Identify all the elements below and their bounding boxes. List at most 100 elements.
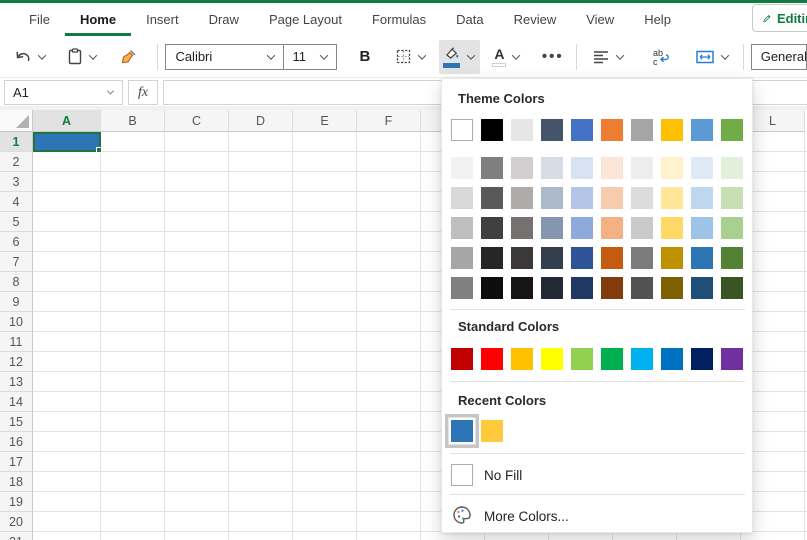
theme-tint-row4-swatch-8[interactable] — [661, 247, 683, 269]
row-header-2[interactable]: 2 — [0, 152, 33, 172]
row-header-12[interactable]: 12 — [0, 352, 33, 372]
row-header-4[interactable]: 4 — [0, 192, 33, 212]
column-header-c[interactable]: C — [165, 110, 229, 132]
theme-color-swatch-4[interactable] — [541, 119, 563, 141]
theme-tint-row1-swatch-9[interactable] — [691, 157, 713, 179]
standard-color-swatch-5[interactable] — [571, 348, 593, 370]
theme-tint-row3-swatch-7[interactable] — [631, 217, 653, 239]
row-header-20[interactable]: 20 — [0, 512, 33, 532]
theme-tint-row2-swatch-7[interactable] — [631, 187, 653, 209]
theme-tint-row2-swatch-5[interactable] — [571, 187, 593, 209]
theme-tint-row3-swatch-2[interactable] — [481, 217, 503, 239]
theme-color-swatch-6[interactable] — [601, 119, 623, 141]
theme-color-swatch-7[interactable] — [631, 119, 653, 141]
theme-tint-row4-swatch-1[interactable] — [451, 247, 473, 269]
row-header-6[interactable]: 6 — [0, 232, 33, 252]
column-header-e[interactable]: E — [293, 110, 357, 132]
theme-tint-row2-swatch-3[interactable] — [511, 187, 533, 209]
theme-tint-row1-swatch-8[interactable] — [661, 157, 683, 179]
align-button[interactable] — [588, 40, 629, 74]
theme-color-swatch-10[interactable] — [721, 119, 743, 141]
editing-mode-button[interactable]: Editing — [752, 4, 807, 32]
row-header-21[interactable]: 21 — [0, 532, 33, 540]
theme-tint-row3-swatch-4[interactable] — [541, 217, 563, 239]
menu-tab-help[interactable]: Help — [629, 3, 686, 36]
theme-tint-row4-swatch-3[interactable] — [511, 247, 533, 269]
recent-color-swatch-1[interactable] — [451, 420, 473, 442]
font-color-button[interactable]: A — [488, 40, 525, 74]
theme-tint-row5-swatch-5[interactable] — [571, 277, 593, 299]
row-header-11[interactable]: 11 — [0, 332, 33, 352]
menu-tab-file[interactable]: File — [14, 3, 65, 36]
theme-tint-row3-swatch-9[interactable] — [691, 217, 713, 239]
no-fill-swatch[interactable] — [451, 464, 473, 486]
theme-color-swatch-1[interactable] — [451, 119, 473, 141]
theme-tint-row3-swatch-1[interactable] — [451, 217, 473, 239]
theme-tint-row2-swatch-6[interactable] — [601, 187, 623, 209]
theme-tint-row3-swatch-10[interactable] — [721, 217, 743, 239]
theme-tint-row5-swatch-7[interactable] — [631, 277, 653, 299]
theme-tint-row1-swatch-6[interactable] — [601, 157, 623, 179]
fill-handle[interactable] — [96, 147, 102, 153]
theme-tint-row5-swatch-2[interactable] — [481, 277, 503, 299]
theme-tint-row1-swatch-3[interactable] — [511, 157, 533, 179]
row-header-13[interactable]: 13 — [0, 372, 33, 392]
theme-tint-row2-swatch-10[interactable] — [721, 187, 743, 209]
theme-tint-row1-swatch-2[interactable] — [481, 157, 503, 179]
merge-dropdown-chevron-icon[interactable] — [721, 51, 729, 59]
theme-tint-row4-swatch-7[interactable] — [631, 247, 653, 269]
more-colors-option[interactable]: More Colors... — [484, 509, 569, 524]
theme-tint-row4-swatch-5[interactable] — [571, 247, 593, 269]
column-header-d[interactable]: D — [229, 110, 293, 132]
theme-tint-row5-swatch-3[interactable] — [511, 277, 533, 299]
standard-color-swatch-2[interactable] — [481, 348, 503, 370]
font-size-select[interactable]: 11 — [284, 45, 336, 69]
standard-color-swatch-10[interactable] — [721, 348, 743, 370]
menu-tab-formulas[interactable]: Formulas — [357, 3, 441, 36]
theme-tint-row1-swatch-4[interactable] — [541, 157, 563, 179]
row-header-19[interactable]: 19 — [0, 492, 33, 512]
theme-tint-row2-swatch-2[interactable] — [481, 187, 503, 209]
theme-tint-row4-swatch-9[interactable] — [691, 247, 713, 269]
theme-tint-row2-swatch-1[interactable] — [451, 187, 473, 209]
theme-tint-row3-swatch-8[interactable] — [661, 217, 683, 239]
name-box[interactable]: A1 — [4, 80, 123, 105]
paste-dropdown-chevron-icon[interactable] — [89, 51, 97, 59]
standard-color-swatch-9[interactable] — [691, 348, 713, 370]
theme-tint-row2-swatch-9[interactable] — [691, 187, 713, 209]
align-dropdown-chevron-icon[interactable] — [616, 51, 624, 59]
theme-tint-row1-swatch-5[interactable] — [571, 157, 593, 179]
merge-cells-button[interactable] — [691, 40, 734, 74]
standard-color-swatch-8[interactable] — [661, 348, 683, 370]
theme-color-swatch-3[interactable] — [511, 119, 533, 141]
more-font-options-button[interactable]: ••• — [538, 40, 568, 74]
theme-tint-row2-swatch-8[interactable] — [661, 187, 683, 209]
menu-tab-page-layout[interactable]: Page Layout — [254, 3, 357, 36]
standard-color-swatch-3[interactable] — [511, 348, 533, 370]
row-header-1[interactable]: 1 — [0, 132, 33, 152]
menu-tab-review[interactable]: Review — [499, 3, 572, 36]
row-header-18[interactable]: 18 — [0, 472, 33, 492]
theme-color-swatch-9[interactable] — [691, 119, 713, 141]
theme-tint-row5-swatch-9[interactable] — [691, 277, 713, 299]
theme-tint-row1-swatch-1[interactable] — [451, 157, 473, 179]
column-header-a[interactable]: A — [33, 110, 101, 132]
selected-cell-a1[interactable] — [33, 132, 101, 152]
theme-tint-row3-swatch-5[interactable] — [571, 217, 593, 239]
theme-color-swatch-5[interactable] — [571, 119, 593, 141]
fill-color-dropdown-chevron-icon[interactable] — [466, 51, 474, 59]
row-header-5[interactable]: 5 — [0, 212, 33, 232]
standard-color-swatch-4[interactable] — [541, 348, 563, 370]
row-header-9[interactable]: 9 — [0, 292, 33, 312]
theme-tint-row4-swatch-6[interactable] — [601, 247, 623, 269]
standard-color-swatch-7[interactable] — [631, 348, 653, 370]
fill-color-button[interactable] — [439, 40, 480, 74]
number-format-select[interactable]: General — [751, 44, 807, 70]
theme-tint-row5-swatch-1[interactable] — [451, 277, 473, 299]
row-header-17[interactable]: 17 — [0, 452, 33, 472]
menu-tab-view[interactable]: View — [571, 3, 629, 36]
menu-tab-draw[interactable]: Draw — [194, 3, 254, 36]
column-header-f[interactable]: F — [357, 110, 421, 132]
theme-tint-row5-swatch-8[interactable] — [661, 277, 683, 299]
borders-button[interactable] — [391, 40, 431, 74]
